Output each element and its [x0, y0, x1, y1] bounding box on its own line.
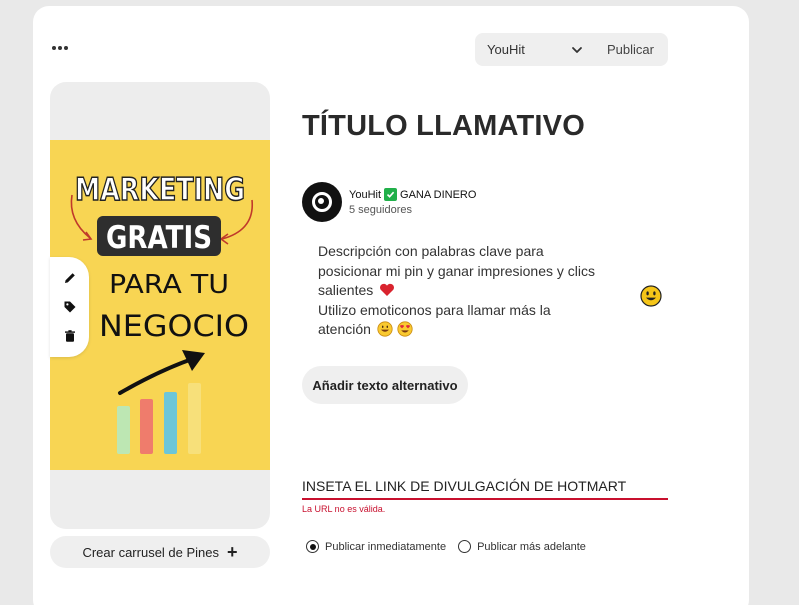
publish-later-option[interactable]: Publicar más adelante	[458, 540, 586, 553]
publish-now-label: Publicar inmediatamente	[325, 540, 447, 553]
poster-line-4: NEGOCIO	[99, 309, 249, 343]
more-options-icon[interactable]	[50, 38, 70, 58]
heart-emoji-icon	[380, 283, 395, 296]
description-line: salientes	[318, 281, 618, 301]
poster-line-3: PARA TU	[109, 270, 229, 300]
create-carousel-label: Crear carrusel de Pines	[82, 544, 220, 560]
pencil-icon[interactable]	[59, 267, 81, 289]
pin-title[interactable]: TÍTULO LLAMATIVO	[302, 110, 585, 143]
poster-line-1: MARKETING	[75, 172, 245, 208]
plus-icon: +	[227, 542, 238, 562]
profile-name-row: YouHit GANA DINERO	[349, 188, 476, 201]
description-line: posicionar mi pin y ganar impresiones y …	[318, 262, 595, 279]
board-name: YouHit	[487, 42, 525, 57]
profile-block: YouHit GANA DINERO 5 seguidores	[302, 182, 476, 222]
radio-unselected-icon	[458, 540, 472, 553]
publish-later-label: Publicar más adelante	[477, 540, 586, 553]
pin-description[interactable]: Descripción con palabras clave para posi…	[318, 242, 618, 340]
link-error-message: La URL no es válida.	[302, 504, 386, 514]
profile-name: YouHit	[349, 188, 382, 201]
smiley-emoji-icon[interactable]	[640, 285, 662, 307]
publish-timing-options: Publicar inmediatamente Publicar más ade…	[306, 540, 586, 553]
profile-tagline: GANA DINERO	[400, 188, 477, 201]
heart-eyes-emoji-icon	[397, 321, 413, 337]
publish-button[interactable]: Publicar	[593, 33, 668, 66]
follower-count: 5 seguidores	[349, 204, 412, 216]
radio-selected-icon	[306, 540, 319, 553]
publish-bar: YouHit Publicar	[475, 33, 668, 66]
destination-link-input[interactable]	[302, 474, 668, 500]
create-carousel-button[interactable]: Crear carrusel de Pines +	[50, 536, 270, 568]
chevron-down-icon	[572, 46, 582, 53]
image-toolbox	[50, 257, 89, 357]
description-line: Utilizo emoticonos para llamar más la	[318, 301, 551, 318]
poster-line-2: GRATIS	[106, 220, 212, 256]
description-line: Descripción con palabras clave para	[318, 243, 544, 259]
description-line: atención	[318, 320, 618, 340]
avatar	[302, 182, 342, 222]
trash-icon[interactable]	[59, 325, 81, 347]
add-alt-text-button[interactable]: Añadir texto alternativo	[302, 366, 468, 404]
board-selector[interactable]: YouHit	[475, 33, 593, 66]
tag-icon[interactable]	[59, 296, 81, 318]
check-box-icon	[384, 188, 398, 201]
publish-now-option[interactable]: Publicar inmediatamente	[306, 540, 446, 553]
grinning-emoji-icon	[377, 321, 393, 337]
